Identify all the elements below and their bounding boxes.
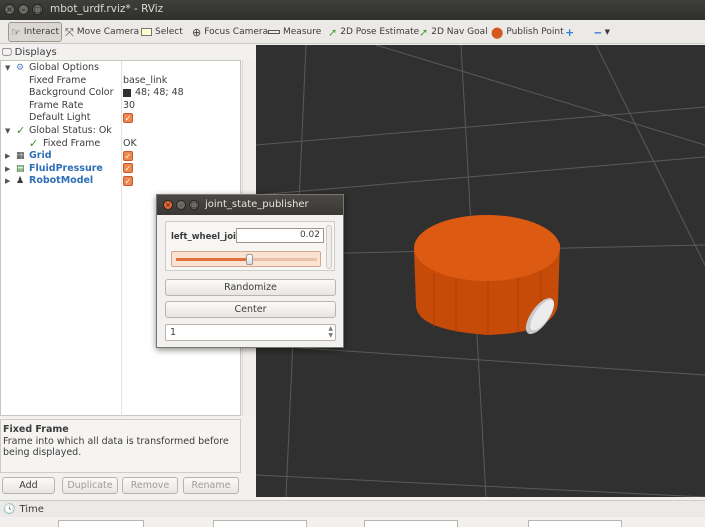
focus-camera-tool-button[interactable]: ⊕ Focus Camera	[190, 22, 270, 42]
description-title: Fixed Frame	[3, 424, 69, 435]
center-button[interactable]: Center	[165, 301, 336, 318]
joint-value-input[interactable]: 0.02	[236, 228, 324, 243]
select-icon	[141, 28, 152, 36]
interact-icon: ☞	[11, 25, 21, 39]
status-value: OK	[123, 137, 137, 149]
panel-scrollbar[interactable]	[326, 225, 332, 269]
joint-state-publisher-window[interactable]: × – □ joint_state_publisher left_wheel_j…	[156, 194, 344, 348]
time-panel-header: 🕓 Time	[0, 500, 705, 517]
robot-icon: ♟	[16, 176, 25, 187]
plus-icon: +	[565, 25, 575, 39]
fixed-frame-value[interactable]: base_link	[123, 75, 167, 88]
tree-row-global-status[interactable]: ▼ ✓ Global Status: Ok	[1, 124, 241, 138]
check-icon: ✓	[16, 124, 26, 137]
minimize-window-button[interactable]: –	[18, 4, 29, 15]
spin-arrows-icon[interactable]: ▲ ▼	[328, 325, 333, 339]
time-panel-fields	[0, 517, 705, 527]
grid-icon: ▦	[16, 151, 25, 162]
fluid-pressure-checkbox[interactable]: ✓	[123, 163, 133, 174]
tree-row-global-options[interactable]: ▼ ⚙ Global Options	[1, 62, 241, 75]
tree-row-background-color[interactable]: Background Color 48; 48; 48	[1, 87, 241, 100]
nav-goal-tool-button[interactable]: ➚ 2D Nav Goal	[417, 22, 490, 42]
displays-panel-header: 🖵 Displays	[2, 47, 57, 58]
close-icon[interactable]: ×	[163, 200, 173, 210]
move-camera-tool-button[interactable]: ⤧ Move Camera	[63, 22, 141, 42]
duplicate-display-button[interactable]: Duplicate	[62, 477, 118, 494]
joint-count-spinbox[interactable]: 1 ▲ ▼	[165, 324, 336, 341]
frame-rate-value[interactable]: 30	[123, 100, 135, 113]
tree-row-grid[interactable]: ▶ ▦ Grid ✓	[1, 150, 241, 163]
pressure-icon: ▤	[16, 163, 25, 174]
clock-icon: 🕓	[3, 503, 16, 515]
window-title: mbot_urdf.rviz* - RViz	[50, 3, 164, 15]
remove-display-button[interactable]: Remove	[122, 477, 178, 494]
joint-name-label: left_wheel_joint	[171, 232, 247, 242]
randomize-button[interactable]: Randomize	[165, 279, 336, 296]
slider-fill	[176, 258, 250, 261]
jsp-titlebar[interactable]: × – □ joint_state_publisher	[157, 195, 343, 215]
expand-arrow-icon[interactable]: ▶	[5, 150, 10, 163]
grid-checkbox[interactable]: ✓	[123, 150, 133, 161]
slider-handle[interactable]	[246, 254, 254, 265]
measure-icon	[268, 30, 280, 34]
nav-goal-arrow-icon: ➚	[419, 25, 429, 39]
expand-arrow-icon[interactable]: ▶	[5, 163, 10, 176]
maximize-window-button[interactable]: □	[32, 4, 43, 15]
rename-display-button[interactable]: Rename	[183, 477, 239, 494]
tree-row-default-light[interactable]: Default Light ✓	[1, 112, 241, 125]
pose-estimate-tool-button[interactable]: ➚ 2D Pose Estimate	[326, 22, 421, 42]
maximize-icon[interactable]: □	[189, 200, 199, 210]
joint-panel: left_wheel_joint 0.02	[165, 221, 335, 271]
expand-arrow-icon[interactable]: ▼	[5, 125, 10, 138]
interact-tool-button[interactable]: ☞ Interact	[8, 22, 62, 42]
toolbar: ☞ Interact ⤧ Move Camera Select ⊕ Focus …	[0, 20, 705, 44]
tree-row-fixed-frame[interactable]: Fixed Frame base_link	[1, 75, 241, 88]
tree-row-fluid-pressure[interactable]: ▶ ▤ FluidPressure ✓	[1, 163, 241, 176]
focus-camera-icon: ⊕	[192, 25, 202, 39]
window-titlebar: × – □ mbot_urdf.rviz* - RViz	[0, 0, 705, 20]
robot-model-checkbox[interactable]: ✓	[123, 175, 133, 186]
minimize-icon[interactable]: –	[176, 200, 186, 210]
chevron-down-icon: ▼	[604, 27, 611, 36]
tree-row-status-fixed-frame[interactable]: ✓ Fixed Frame OK	[1, 136, 241, 151]
tree-row-robot-model[interactable]: ▶ ♟ RobotModel ✓	[1, 175, 241, 188]
default-light-checkbox[interactable]: ✓	[123, 112, 133, 123]
publish-point-tool-button[interactable]: ⬤ Publish Point	[489, 22, 566, 42]
add-tool-button[interactable]: +	[563, 22, 579, 42]
add-display-button[interactable]: Add	[2, 477, 55, 494]
color-swatch	[123, 88, 131, 97]
jsp-title: joint_state_publisher	[205, 199, 309, 210]
close-window-button[interactable]: ×	[4, 4, 15, 15]
move-camera-icon: ⤧	[65, 25, 74, 39]
joint-slider[interactable]	[171, 251, 321, 267]
tree-row-frame-rate[interactable]: Frame Rate 30	[1, 100, 241, 113]
map-pin-icon: ⬤	[491, 25, 504, 39]
measure-tool-button[interactable]: Measure	[266, 22, 323, 42]
robot-model	[414, 215, 560, 335]
check-icon: ✓	[29, 136, 39, 150]
expand-arrow-icon[interactable]: ▼	[5, 62, 10, 75]
pose-arrow-icon: ➚	[328, 25, 338, 39]
gear-icon: ⚙	[16, 63, 25, 73]
property-description: Fixed Frame Frame into which all data is…	[0, 419, 241, 473]
expand-arrow-icon[interactable]: ▶	[5, 175, 10, 188]
minus-icon: ‒	[594, 25, 602, 39]
monitor-icon: 🖵	[2, 47, 12, 58]
select-tool-button[interactable]: Select	[139, 22, 185, 42]
remove-tool-menu-button[interactable]: ‒ ▼	[592, 22, 615, 42]
background-color-value[interactable]: 48; 48; 48	[123, 87, 184, 100]
description-text: Frame into which all data is transformed…	[3, 435, 229, 459]
